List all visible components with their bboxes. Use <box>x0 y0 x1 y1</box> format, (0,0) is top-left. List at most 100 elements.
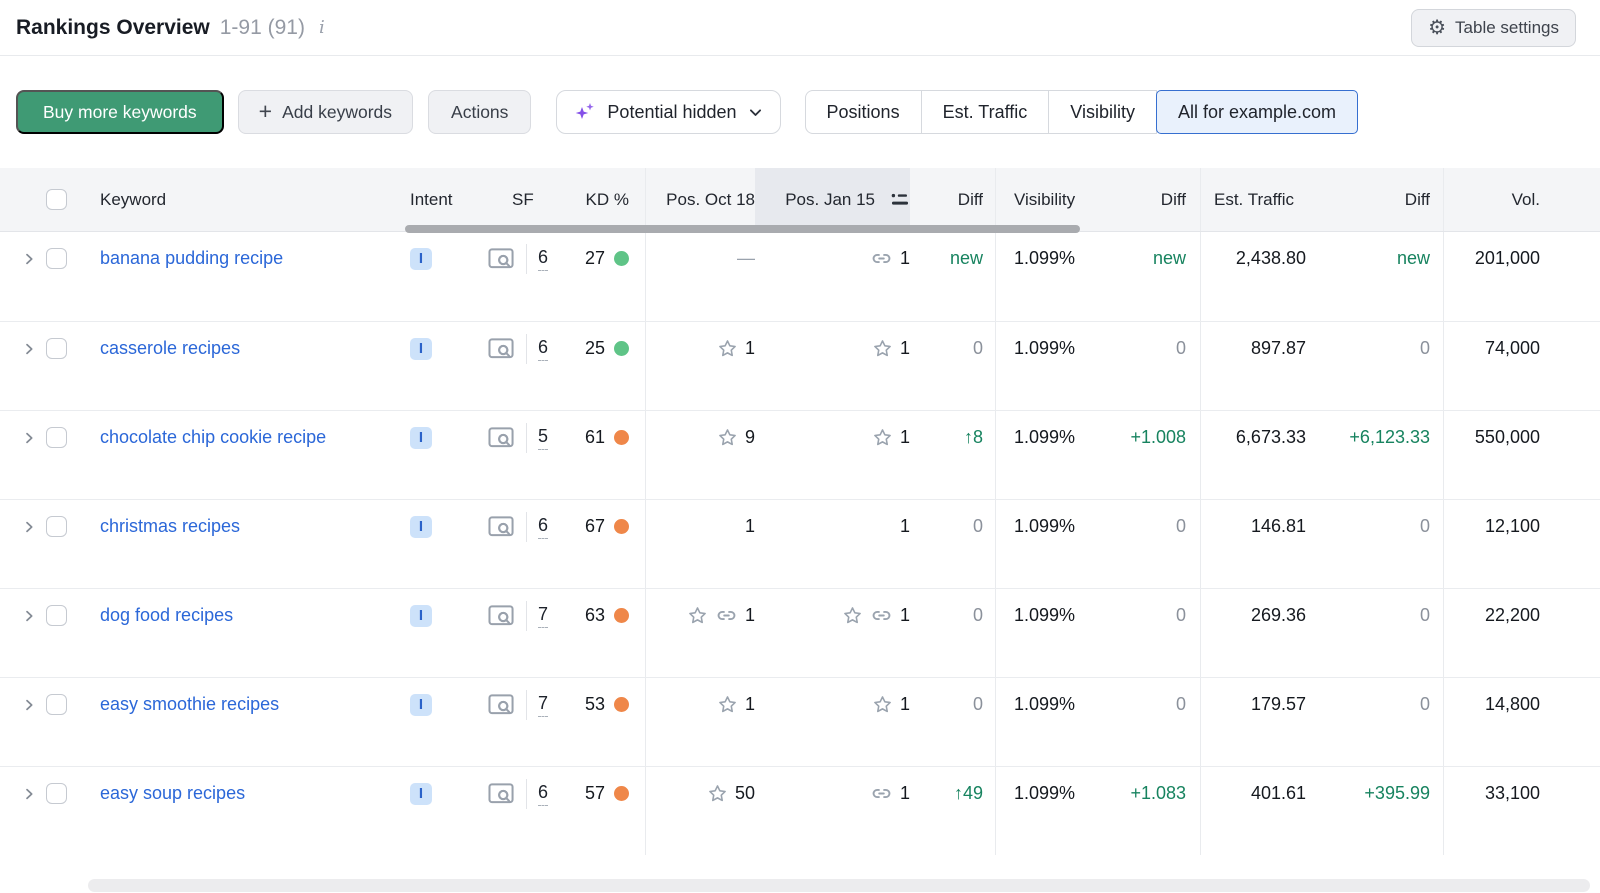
horizontal-scrollbar-track[interactable] <box>88 879 1590 892</box>
sf-count[interactable]: 6 <box>538 515 548 539</box>
column-header-keyword[interactable]: Keyword <box>90 168 390 231</box>
pos-jan-cell: 1 <box>755 322 910 375</box>
intent-badge[interactable]: I <box>410 427 432 449</box>
serp-features-icon[interactable] <box>487 336 516 361</box>
expand-chevron-icon[interactable] <box>21 430 37 446</box>
row-checkbox[interactable] <box>46 427 67 448</box>
row-checkbox[interactable] <box>46 248 67 269</box>
actions-button[interactable]: Actions <box>428 90 531 134</box>
traffic-diff-cell: 0 <box>1310 322 1443 375</box>
keyword-link[interactable]: christmas recipes <box>100 513 240 539</box>
volume-value: 14,800 <box>1485 694 1540 715</box>
sf-count[interactable]: 6 <box>538 337 548 361</box>
row-checkbox[interactable] <box>46 605 67 626</box>
kd-difficulty-dot <box>614 519 629 534</box>
pos-oct-cell: 50 <box>645 767 755 820</box>
row-checkbox[interactable] <box>46 694 67 715</box>
serp-features-icon[interactable] <box>487 246 516 271</box>
segment-est-traffic[interactable]: Est. Traffic <box>921 90 1050 134</box>
keyword-link[interactable]: chocolate chip cookie recipe <box>100 424 326 450</box>
segment-positions[interactable]: Positions <box>805 90 922 134</box>
segment-visibility[interactable]: Visibility <box>1048 90 1157 134</box>
column-header-diff-traffic[interactable]: Diff <box>1310 168 1443 231</box>
kd-value: 25 <box>585 338 605 359</box>
star-icon <box>717 694 738 715</box>
visibility-diff-cell: 0 <box>1105 678 1200 731</box>
column-header-pos-oct-18[interactable]: Pos. Oct 18 <box>645 168 755 231</box>
table-settings-label: Table settings <box>1455 18 1559 38</box>
column-header-diff-visibility[interactable]: Diff <box>1105 168 1200 231</box>
buy-more-keywords-button[interactable]: Buy more keywords <box>16 90 224 134</box>
keyword-link[interactable]: casserole recipes <box>100 335 240 361</box>
est-traffic-value: 146.81 <box>1251 516 1306 537</box>
table-row: christmas recipes I 6 67 1 1 0 1.099% 0 … <box>0 499 1600 588</box>
table-row: dog food recipes I 7 63 1 1 0 1.099% 0 2… <box>0 588 1600 677</box>
row-checkbox[interactable] <box>46 338 67 359</box>
column-header-pos-jan-15[interactable]: Pos. Jan 15 <box>755 168 910 231</box>
expand-chevron-icon[interactable] <box>21 251 37 267</box>
pos-diff-cell: 0 <box>910 589 995 642</box>
intent-badge[interactable]: I <box>410 605 432 627</box>
keyword-link[interactable]: easy soup recipes <box>100 780 245 806</box>
intent-badge[interactable]: I <box>410 338 432 360</box>
est-traffic-value: 179.57 <box>1251 694 1306 715</box>
pos-oct-cell: 1 <box>645 500 755 553</box>
traffic-diff-cell: new <box>1310 232 1443 285</box>
toolbar: Buy more keywords + Add keywords Actions… <box>16 90 1584 134</box>
page-title: Rankings Overview <box>16 16 210 40</box>
keyword-link[interactable]: dog food recipes <box>100 602 233 628</box>
column-header-volume[interactable]: Vol. <box>1443 168 1600 231</box>
pos-diff-cell: ↑49 <box>910 767 995 820</box>
table-row: easy soup recipes I 6 57 50 1 ↑49 1.099%… <box>0 766 1600 855</box>
visibility-value: 1.099% <box>1014 694 1075 715</box>
pos-oct-cell: 9 <box>645 411 755 464</box>
divider <box>526 334 527 364</box>
segment-all-for-example-com[interactable]: All for example.com <box>1156 90 1358 134</box>
add-keywords-button[interactable]: + Add keywords <box>238 90 413 134</box>
column-header-kd[interactable]: KD % <box>565 168 645 231</box>
info-icon[interactable]: i <box>319 17 325 38</box>
column-header-diff-pos[interactable]: Diff <box>910 168 995 231</box>
expand-chevron-icon[interactable] <box>21 608 37 624</box>
serp-features-icon[interactable] <box>487 692 516 717</box>
expand-chevron-icon[interactable] <box>21 786 37 802</box>
horizontal-scrollbar-thumb[interactable] <box>405 225 1080 233</box>
column-header-visibility[interactable]: Visibility <box>995 168 1105 231</box>
sf-count[interactable]: 6 <box>538 782 548 806</box>
divider <box>526 601 527 631</box>
visibility-diff-cell: +1.008 <box>1105 411 1200 464</box>
column-header-intent[interactable]: Intent <box>390 168 470 231</box>
sf-count[interactable]: 7 <box>538 693 548 717</box>
column-header-sf[interactable]: SF <box>470 168 565 231</box>
star-icon <box>707 783 728 804</box>
pos-diff-cell: new <box>910 232 995 285</box>
intent-badge[interactable]: I <box>410 248 432 270</box>
serp-features-icon[interactable] <box>487 514 516 539</box>
expand-chevron-icon[interactable] <box>21 519 37 535</box>
serp-features-icon[interactable] <box>487 603 516 628</box>
visibility-value: 1.099% <box>1014 516 1075 537</box>
sf-count[interactable]: 5 <box>538 426 548 450</box>
est-traffic-value: 401.61 <box>1251 783 1306 804</box>
expand-chevron-icon[interactable] <box>21 697 37 713</box>
expand-chevron-icon[interactable] <box>21 341 37 357</box>
column-header-est-traffic[interactable]: Est. Traffic <box>1200 168 1310 231</box>
table-settings-button[interactable]: ⚙ Table settings <box>1411 9 1576 47</box>
select-all-checkbox[interactable] <box>46 189 67 210</box>
serp-features-icon[interactable] <box>487 425 516 450</box>
keyword-link[interactable]: banana pudding recipe <box>100 245 283 271</box>
intent-badge[interactable]: I <box>410 783 432 805</box>
visibility-diff-cell: 0 <box>1105 322 1200 375</box>
intent-badge[interactable]: I <box>410 516 432 538</box>
serp-features-icon[interactable] <box>487 781 516 806</box>
keyword-link[interactable]: easy smoothie recipes <box>100 691 279 717</box>
pos-oct-cell: 1 <box>645 589 755 642</box>
sf-count[interactable]: 6 <box>538 247 548 271</box>
pos-jan-cell: 1 <box>755 411 910 464</box>
row-checkbox[interactable] <box>46 516 67 537</box>
traffic-diff-cell: +6,123.33 <box>1310 411 1443 464</box>
row-checkbox[interactable] <box>46 783 67 804</box>
intent-badge[interactable]: I <box>410 694 432 716</box>
potential-hidden-dropdown[interactable]: Potential hidden <box>556 90 780 134</box>
sf-count[interactable]: 7 <box>538 604 548 628</box>
